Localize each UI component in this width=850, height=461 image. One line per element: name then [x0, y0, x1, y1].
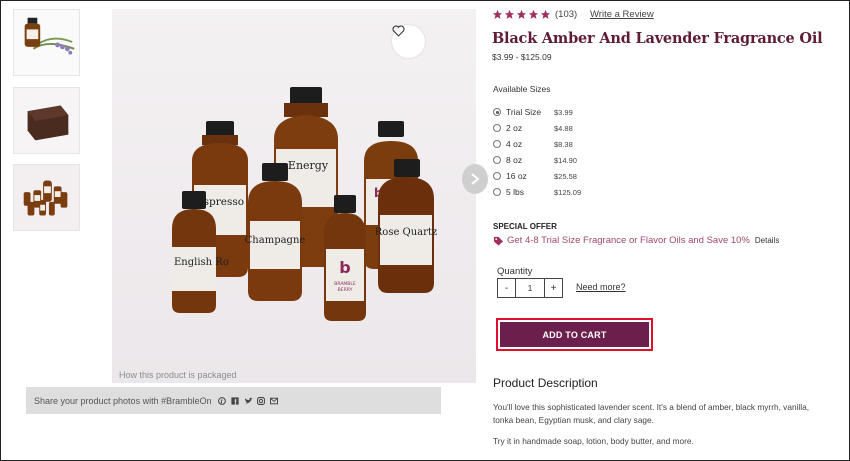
radio-button[interactable] [493, 172, 501, 180]
add-to-cart-button[interactable]: ADD TO CART [500, 322, 649, 347]
star-icon [540, 9, 551, 19]
thumbnail-lavender-bottle[interactable] [13, 9, 80, 76]
special-offer-label: SPECIAL OFFER [493, 222, 557, 231]
size-price: $125.09 [554, 187, 582, 197]
soap-bar-thumbnail-icon [14, 88, 79, 153]
offer-text[interactable]: Get 4-8 Trial Size Fragrance or Flavor O… [507, 235, 750, 246]
thumbnail-soap-bar[interactable] [13, 87, 80, 154]
size-price: $14.90 [554, 155, 577, 165]
instagram-icon[interactable] [257, 396, 266, 405]
share-icons [218, 396, 279, 405]
favorite-button[interactable] [392, 25, 425, 58]
bottle-brand-word-1: BRAMBLE [334, 281, 356, 287]
write-review-link[interactable]: Write a Review [590, 9, 654, 20]
product-description-text: You'll love this sophisticated lavender … [493, 402, 810, 425]
size-price: $8.38 [554, 139, 573, 149]
available-sizes-label: Available Sizes [493, 84, 551, 94]
quantity-label: Quantity [497, 266, 533, 277]
next-image-button[interactable] [462, 164, 488, 194]
size-name: 2 oz [506, 123, 523, 133]
size-option-16oz[interactable]: 16 oz $25.58 [493, 171, 577, 181]
size-price: $3.99 [554, 107, 573, 117]
size-option-8oz[interactable]: 8 oz $14.90 [493, 155, 577, 165]
size-name: 16 oz [506, 171, 527, 181]
facebook-icon[interactable] [231, 396, 240, 405]
size-price: $25.58 [554, 171, 577, 181]
radio-selected[interactable] [493, 108, 501, 116]
size-name: 5 lbs [506, 187, 524, 197]
radio-button[interactable] [493, 140, 501, 148]
quantity-decrease-button[interactable]: - [497, 278, 516, 298]
radio-button[interactable] [493, 156, 501, 164]
product-title: Black Amber And Lavender Fragrance Oil [492, 30, 823, 47]
special-offer: Get 4-8 Trial Size Fragrance or Flavor O… [493, 235, 779, 246]
offer-details-link[interactable]: Details [755, 236, 779, 245]
chevron-right-icon [471, 173, 480, 185]
bottle-label-energy: Energy [288, 159, 329, 172]
quantity-input[interactable]: 1 [516, 278, 544, 298]
price-range: $3.99 - $125.09 [492, 52, 552, 62]
add-to-cart-highlight: ADD TO CART [496, 318, 653, 351]
star-icon [492, 9, 503, 19]
radio-button[interactable] [493, 188, 501, 196]
product-description-title: Product Description [493, 376, 598, 390]
bottle-brand-word-2: BERRY [338, 287, 353, 293]
radio-button[interactable] [493, 124, 501, 132]
rating-stars[interactable] [492, 9, 551, 20]
quantity-increase-button[interactable]: + [544, 278, 563, 298]
size-option-5lbs[interactable]: 5 lbs $125.09 [493, 187, 581, 197]
size-option-2oz[interactable]: 2 oz $4.88 [493, 123, 573, 133]
star-icon [516, 9, 527, 19]
bottle-label-rose-quartz: Rose Quartz [375, 227, 437, 238]
size-option-4oz[interactable]: 4 oz $8.38 [493, 139, 573, 149]
size-name: 4 oz [506, 139, 523, 149]
image-caption: How this product is packaged [119, 370, 237, 380]
bottle-label-english-rose: English Ro [174, 257, 229, 268]
heart-icon [392, 25, 405, 37]
lavender-bottle-thumbnail-icon [14, 10, 79, 75]
thumbnail-bottle-group[interactable] [13, 164, 80, 231]
pinterest-icon[interactable] [218, 396, 227, 405]
svg-text:b: b [339, 258, 350, 277]
bottle-photo: Energy Espresso b Rose Quartz Champagne … [172, 87, 437, 321]
share-bar: Share your product photos with #BrambleO… [26, 387, 441, 414]
quantity-stepper: - 1 + [497, 278, 563, 298]
product-description-uses: Try it in handmade soap, lotion, body bu… [493, 436, 694, 446]
size-name: 8 oz [506, 155, 523, 165]
main-product-image: Energy Espresso b Rose Quartz Champagne … [112, 9, 476, 383]
rating-count[interactable]: (103) [555, 9, 577, 20]
size-option-trial[interactable]: Trial Size $3.99 [493, 107, 573, 117]
bottle-label-champagne: Champagne [245, 235, 306, 246]
twitter-icon[interactable] [244, 396, 253, 405]
email-icon[interactable] [270, 396, 279, 405]
need-more-link[interactable]: Need more? [576, 282, 626, 292]
star-icon [528, 9, 539, 19]
size-name: Trial Size [506, 107, 542, 117]
bottle-group-thumbnail-icon [14, 165, 79, 230]
star-icon [504, 9, 515, 19]
size-price: $4.88 [554, 123, 573, 133]
share-text: Share your product photos with #BrambleO… [34, 395, 212, 406]
tag-icon [493, 236, 504, 246]
